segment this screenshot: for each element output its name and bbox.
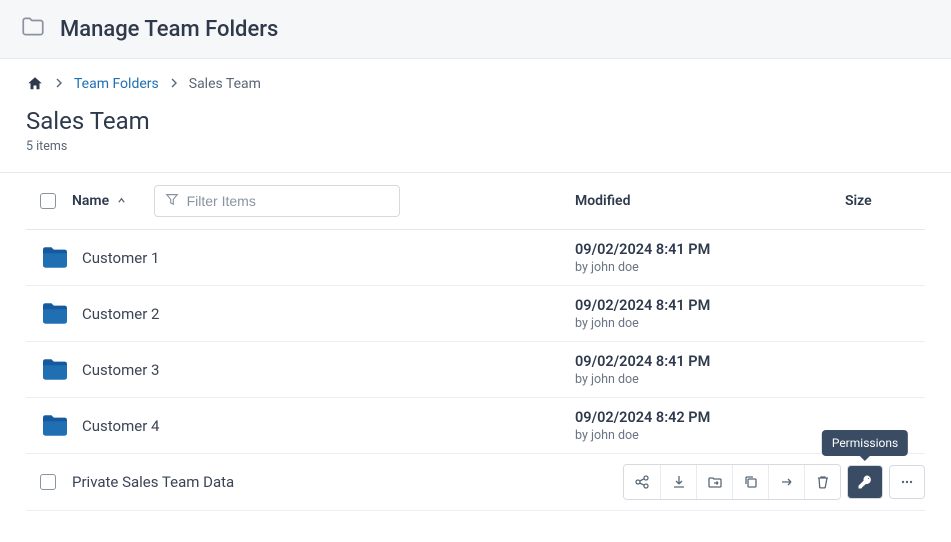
download-button[interactable] [660, 465, 696, 499]
breadcrumb: Team Folders Sales Team [26, 75, 925, 93]
row-modified-by: by john doe [575, 372, 845, 387]
item-count: 5 items [26, 139, 925, 154]
app-header: Manage Team Folders [0, 0, 951, 59]
table-row[interactable]: Customer 1 09/02/2024 8:41 PM by john doe [26, 230, 925, 286]
column-size[interactable]: Size [845, 193, 872, 209]
folder-outline-icon [20, 14, 46, 44]
folder-icon [40, 358, 70, 382]
row-checkbox[interactable] [40, 474, 56, 490]
more-button[interactable] [889, 465, 925, 499]
row-name[interactable]: Customer 3 [82, 361, 159, 379]
copy-button[interactable] [732, 465, 768, 499]
row-action-bar: Permissions [623, 464, 925, 500]
delete-button[interactable] [804, 465, 840, 499]
share-button[interactable] [624, 465, 660, 499]
select-all-checkbox[interactable] [40, 193, 56, 209]
row-modified-date: 09/02/2024 8:41 PM [575, 353, 845, 370]
table-body: Customer 109/02/2024 8:41 PMby john doeC… [26, 230, 925, 454]
filter-icon [165, 192, 179, 210]
folder-icon [40, 246, 70, 270]
row-name[interactable]: Customer 2 [82, 305, 159, 323]
page-title: Sales Team [26, 107, 925, 135]
row-modified-date: 09/02/2024 8:41 PM [575, 297, 845, 314]
tooltip-permissions: Permissions [822, 430, 908, 456]
breadcrumb-link-team-folders[interactable]: Team Folders [74, 76, 159, 92]
row-name[interactable]: Customer 4 [82, 417, 159, 435]
table-header: Name Modified Size [26, 173, 925, 230]
move-button[interactable] [696, 465, 732, 499]
row-modified-date: 09/02/2024 8:41 PM [575, 241, 845, 258]
column-name-label: Name [72, 193, 109, 209]
breadcrumb-current: Sales Team [189, 76, 261, 92]
row-modified-by: by john doe [575, 428, 845, 443]
row-modified-date: 09/02/2024 8:42 PM [575, 409, 845, 426]
table-row[interactable]: Customer 2 09/02/2024 8:41 PM by john doe [26, 286, 925, 342]
table-row[interactable]: Private Sales Team Data [26, 454, 925, 511]
folder-icon [40, 414, 70, 438]
action-group [623, 464, 841, 500]
row-modified-by: by john doe [575, 316, 845, 331]
goto-button[interactable] [768, 465, 804, 499]
chevron-right-icon [169, 76, 179, 92]
home-icon[interactable] [26, 75, 44, 93]
table-row[interactable]: Customer 3 09/02/2024 8:41 PM by john doe [26, 342, 925, 398]
column-name[interactable]: Name [72, 193, 126, 209]
table-row[interactable]: Customer 4 09/02/2024 8:42 PM by john doe [26, 398, 925, 454]
row-name[interactable]: Customer 1 [82, 249, 159, 267]
sort-ascending-icon [117, 193, 126, 209]
chevron-right-icon [54, 76, 64, 92]
app-title: Manage Team Folders [60, 17, 278, 42]
filter-input-wrap[interactable] [154, 185, 400, 217]
filter-input[interactable] [187, 193, 389, 209]
column-modified[interactable]: Modified [575, 193, 630, 209]
row-name[interactable]: Private Sales Team Data [72, 473, 234, 491]
folder-icon [40, 302, 70, 326]
row-modified-by: by john doe [575, 260, 845, 275]
permissions-button[interactable]: Permissions [847, 465, 883, 499]
